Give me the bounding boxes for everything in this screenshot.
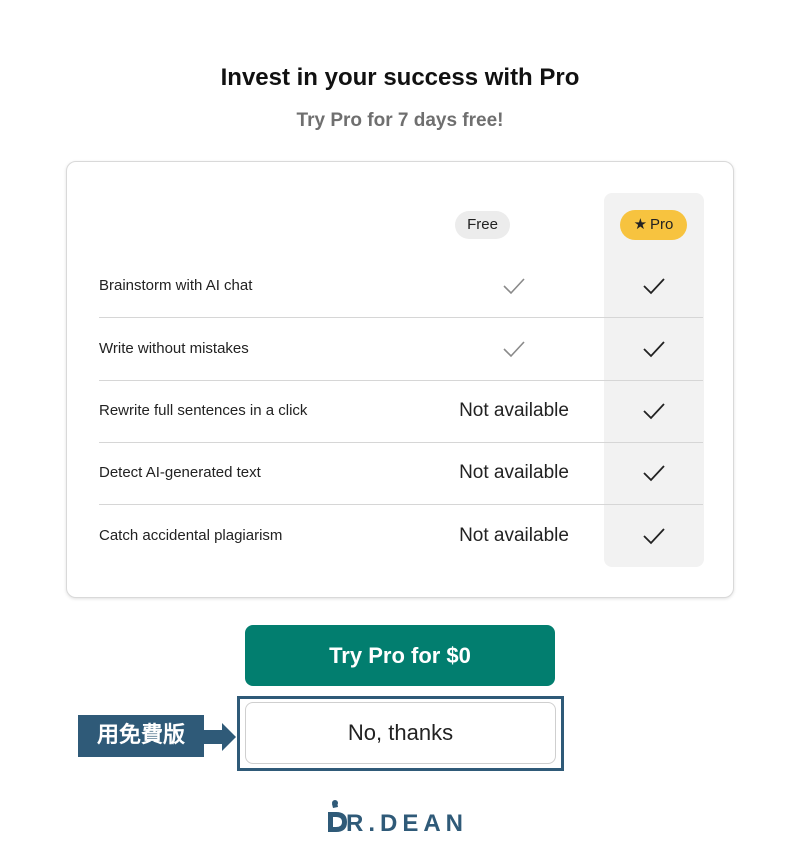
pro-check-icon	[604, 505, 704, 567]
plan-comparison-card: Free ★ Pro Brainstorm with AI chat Write …	[66, 161, 734, 598]
pro-check-icon	[604, 255, 704, 317]
free-plan-badge: Free	[455, 211, 510, 239]
feature-name: Detect AI-generated text	[99, 464, 261, 481]
free-availability: Not available	[459, 400, 569, 421]
feature-name: Catch accidental plagiarism	[99, 527, 283, 544]
feature-name: Write without mistakes	[99, 340, 249, 357]
dr-dean-logo: R.DEAN	[326, 798, 476, 838]
feature-name: Brainstorm with AI chat	[99, 277, 253, 294]
pro-check-icon	[604, 380, 704, 442]
feature-row: Detect AI-generated text Not available	[99, 442, 703, 505]
pro-plan-badge: ★ Pro	[620, 210, 687, 240]
feature-name: Rewrite full sentences in a click	[99, 402, 308, 419]
feature-row: Brainstorm with AI chat	[99, 255, 703, 318]
feature-row: Rewrite full sentences in a click Not av…	[99, 380, 703, 443]
page-subtitle: Try Pro for 7 days free!	[296, 110, 504, 131]
pro-check-icon	[604, 318, 704, 380]
pro-plan-label: Pro	[650, 216, 674, 233]
no-thanks-button[interactable]: No, thanks	[245, 702, 556, 764]
page-title: Invest in your success with Pro	[220, 64, 580, 91]
pro-check-icon	[604, 442, 704, 504]
free-availability: Not available	[459, 462, 569, 483]
free-check-icon	[389, 255, 639, 317]
feature-row: Catch accidental plagiarism Not availabl…	[99, 505, 703, 567]
free-availability: Not available	[459, 525, 569, 546]
try-pro-button[interactable]: Try Pro for $0	[245, 625, 555, 686]
feature-row: Write without mistakes	[99, 318, 703, 381]
annotation-label: 用免費版	[78, 715, 204, 757]
free-check-icon	[389, 318, 639, 380]
arrow-right-icon	[204, 723, 236, 751]
star-icon: ★	[633, 216, 648, 233]
logo-text: R.DEAN	[346, 810, 469, 837]
